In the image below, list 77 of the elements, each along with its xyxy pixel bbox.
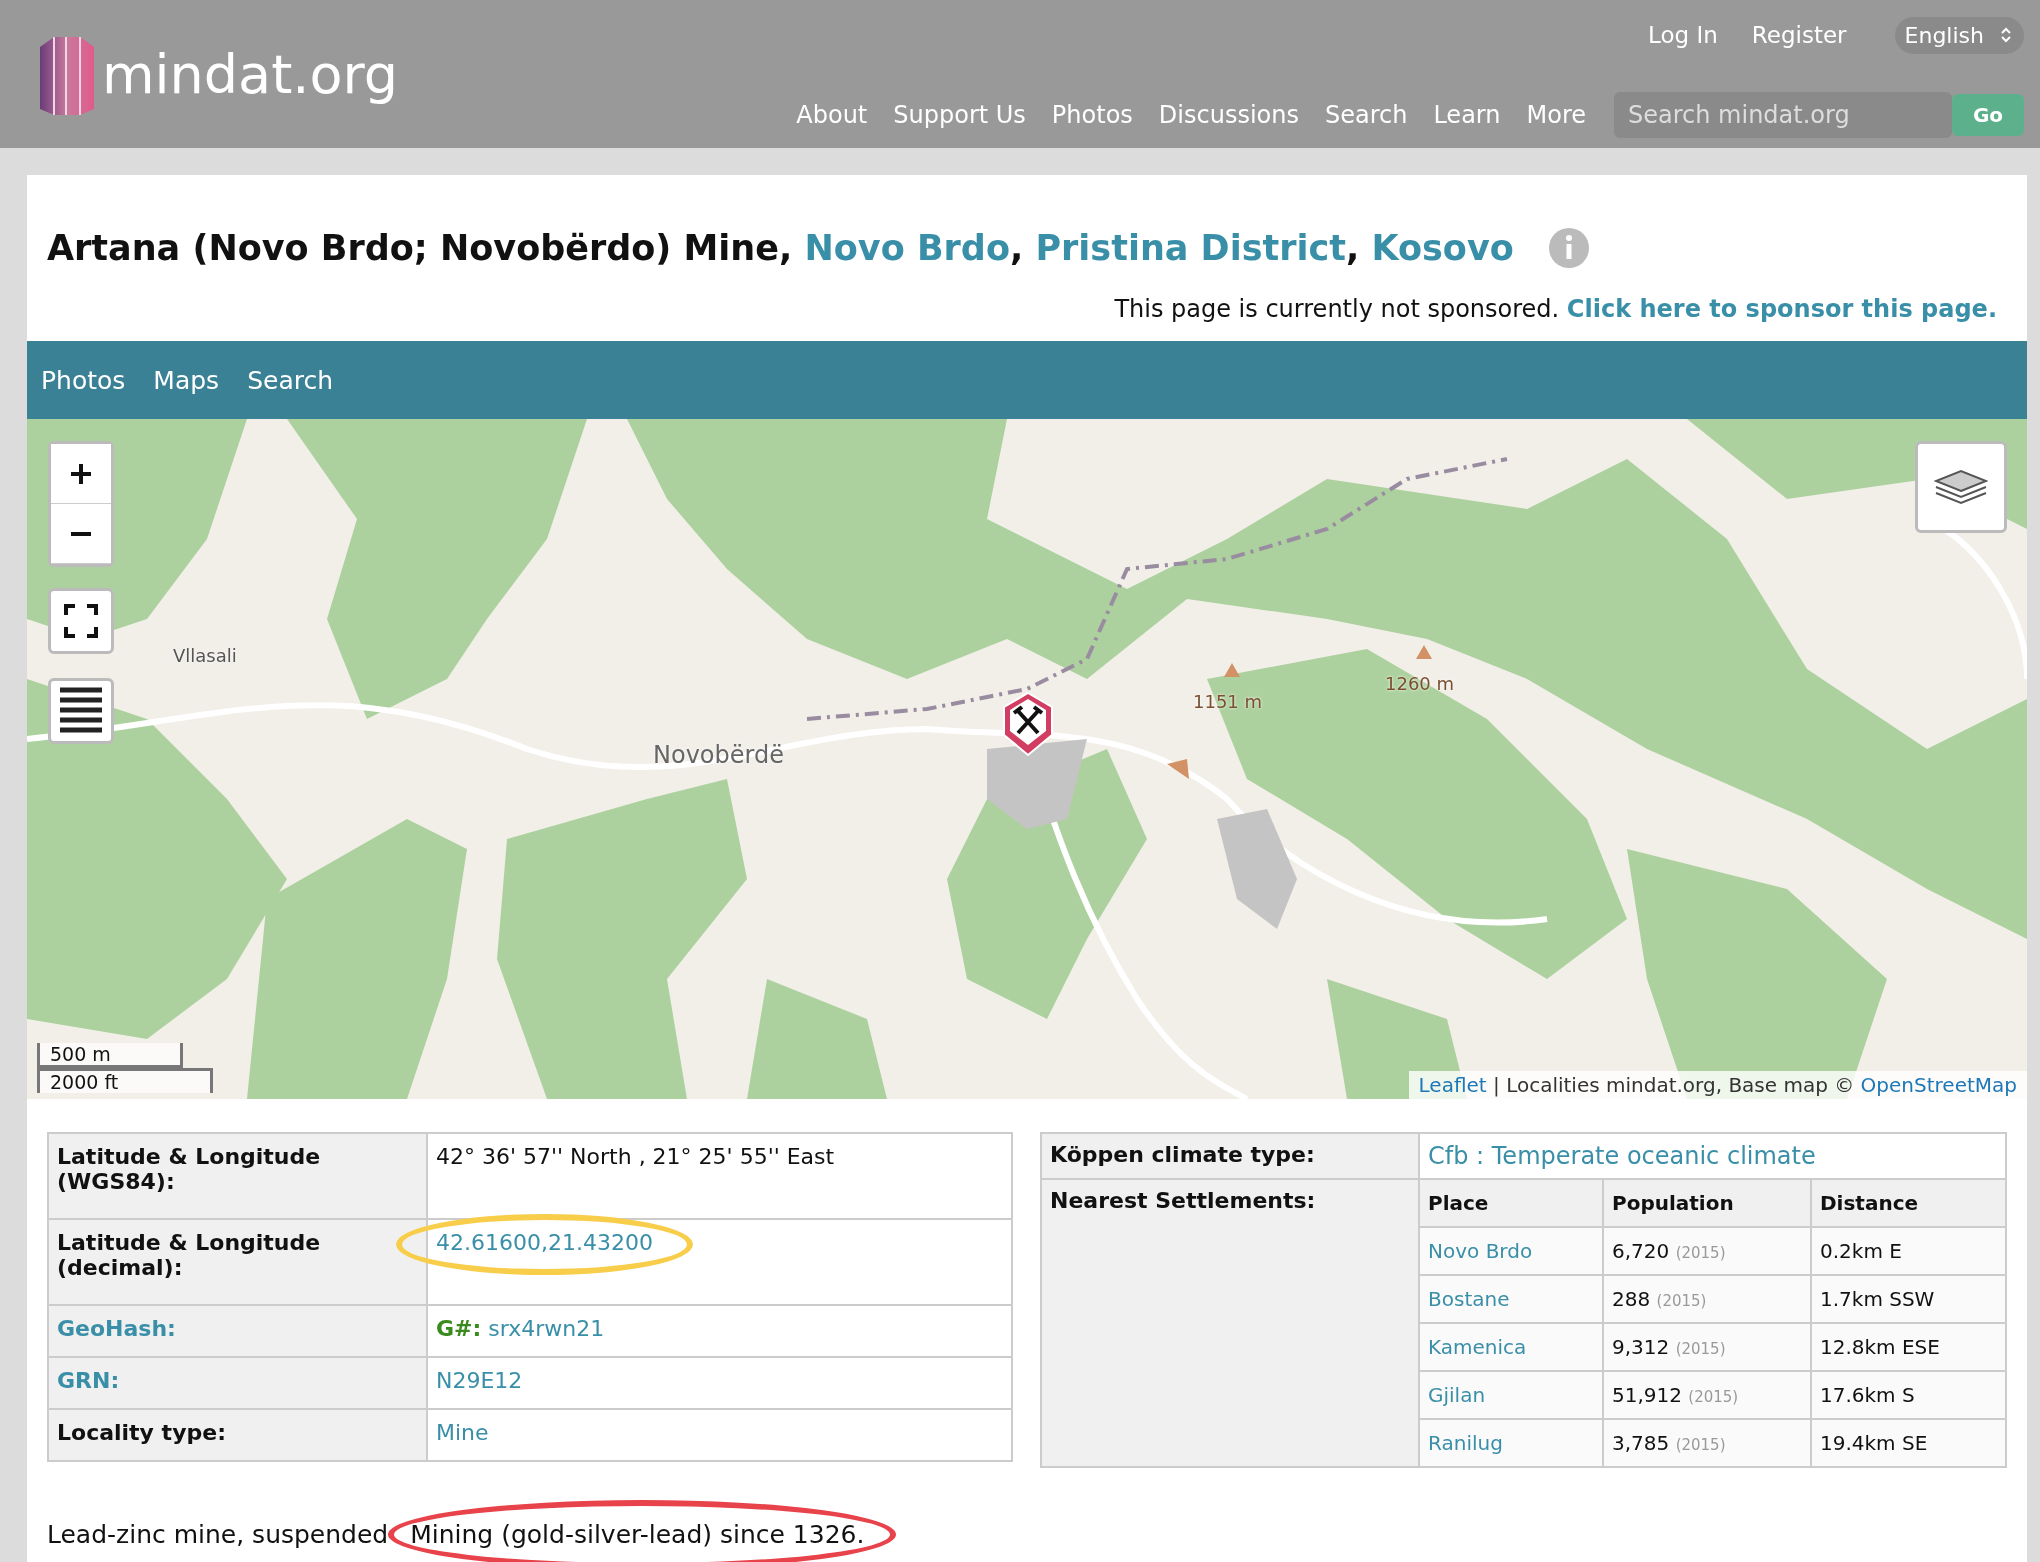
nav-link[interactable]: Learn [1433, 101, 1501, 129]
year-text: (2015) [1656, 1292, 1707, 1310]
year-text: (2015) [1675, 1340, 1726, 1358]
value-link[interactable]: 42.61600,21.43200 [436, 1230, 653, 1255]
plus-icon [69, 461, 93, 486]
go-button[interactable]: Go [1952, 94, 2024, 136]
field-label-link[interactable]: GRN: [57, 1368, 120, 1393]
distance-cell: 12.8km ESE [1811, 1323, 2005, 1371]
region-link[interactable]: Novo Brdo [804, 228, 1010, 268]
year-text: (2015) [1675, 1244, 1726, 1262]
geohash-value-link[interactable]: srx4rwn21 [488, 1316, 605, 1341]
year-text: (2015) [1675, 1436, 1726, 1454]
population-text: 9,312 [1612, 1335, 1670, 1359]
field-label-link[interactable]: GeoHash: [57, 1316, 176, 1341]
list-lines-icon [60, 686, 102, 736]
column-header: Distance [1811, 1180, 2005, 1227]
population-text: 51,912 [1612, 1383, 1682, 1407]
fullscreen-button[interactable] [48, 588, 114, 654]
population-text: 3,785 [1612, 1431, 1670, 1455]
distance-cell: 0.2km E [1811, 1227, 2005, 1275]
population-text: 288 [1612, 1287, 1651, 1311]
account-link[interactable]: Log In [1648, 22, 1718, 48]
account-link[interactable]: Register [1751, 22, 1847, 48]
value-link[interactable]: N29E12 [436, 1368, 523, 1393]
site-logo-text[interactable]: mindat.org [102, 42, 399, 106]
field-label: Latitude & Longitude (WGS84): [57, 1144, 321, 1194]
value-link[interactable]: Mine [436, 1420, 489, 1445]
mine-marker-icon[interactable] [1002, 691, 1054, 757]
language-select[interactable]: English [1894, 16, 2024, 54]
minus-icon [69, 531, 93, 536]
history-text: Mining (gold-silver-lead) since 1326. [410, 1520, 865, 1549]
section-tab[interactable]: Search [247, 365, 334, 395]
field-label: Nearest Settlements: [1050, 1188, 1316, 1213]
nav-link[interactable]: Support Us [893, 101, 1026, 129]
map-label: 1151 m [1193, 691, 1263, 712]
sponsor-link[interactable]: Click here to sponsor this page. [1566, 295, 1997, 323]
map-label: Vllasali [173, 645, 237, 666]
scale-bar: 2000 ft [37, 1068, 213, 1093]
place-link[interactable]: Gjilan [1428, 1383, 1486, 1407]
nav-link[interactable]: Discussions [1158, 101, 1299, 129]
sponsor-notice: This page is currently not sponsored. Click here to sponsor this page. [1113, 295, 1997, 325]
field-label: Köppen climate type: [1050, 1142, 1315, 1167]
openstreetmap-link[interactable]: OpenStreetMap [1860, 1073, 2017, 1097]
column-header: Population [1603, 1180, 1811, 1227]
description-text: Lead-zinc mine, suspended [47, 1520, 389, 1549]
page-title: Artana (Novo Brdo; Novobërdo) Mine, Novo Brdo, Pristina District, Kosovo [47, 228, 1514, 268]
up-down-caret-icon [2000, 26, 2012, 44]
coordinates-text: 42° 36' 57'' North , 21° 25' 55'' East [436, 1144, 835, 1169]
section-tab[interactable]: Maps [153, 365, 220, 395]
nav-link[interactable]: Photos [1051, 101, 1133, 129]
field-label: Locality type: [57, 1420, 226, 1445]
leaflet-link[interactable]: Leaflet [1418, 1073, 1487, 1097]
zoom-in-button[interactable] [51, 444, 111, 504]
fullscreen-icon [64, 604, 98, 638]
region-link[interactable]: Kosovo [1371, 228, 1514, 268]
map-label: Novobërdë [653, 741, 784, 769]
list-button[interactable] [48, 678, 114, 744]
nav-link[interactable]: More [1526, 101, 1586, 129]
section-tab[interactable]: Photos [41, 365, 126, 395]
population-text: 6,720 [1612, 1239, 1670, 1263]
search-field[interactable]: Search mindat.org [1614, 92, 1952, 138]
distance-cell: 19.4km SE [1811, 1419, 2005, 1466]
layers-button[interactable] [1915, 441, 2007, 533]
map-view[interactable]: Vllasali Novobërdë 1151 m 1260 m 500 m 2000 ft Leaflet | Localities mindat.org, Base map © OpenStreetMap [27, 419, 2027, 1099]
zoom-out-button[interactable] [51, 504, 111, 564]
attribution-text: | Localities mindat.org, Base map © [1493, 1073, 1855, 1097]
scale-bar: 500 m [37, 1043, 183, 1068]
distance-cell: 17.6km S [1811, 1371, 2005, 1419]
distance-cell: 1.7km SSW [1811, 1275, 2005, 1323]
year-text: (2015) [1688, 1388, 1739, 1406]
region-link[interactable]: Pristina District [1035, 228, 1346, 268]
nav-link[interactable]: About [796, 101, 868, 129]
column-header: Place [1420, 1180, 1603, 1227]
geohash-prefix: G#: [436, 1316, 482, 1341]
map-label: 1260 m [1385, 673, 1455, 694]
field-label: Latitude & Longitude (decimal): [57, 1230, 321, 1280]
nav-link[interactable]: Search [1324, 101, 1408, 129]
